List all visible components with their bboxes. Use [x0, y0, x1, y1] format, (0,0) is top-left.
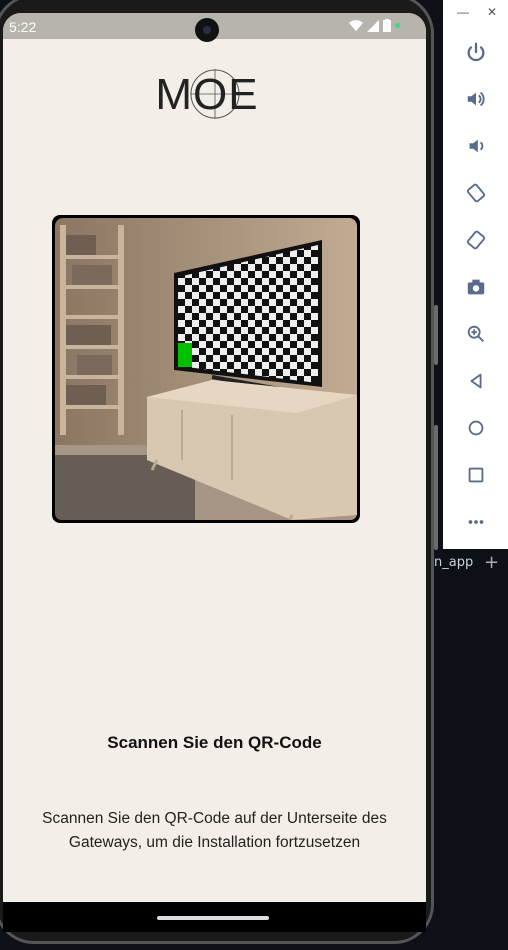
home-icon — [468, 420, 484, 436]
status-dot-icon — [395, 23, 400, 28]
zoom-icon — [467, 325, 484, 342]
more-button[interactable] — [456, 502, 496, 542]
front-camera — [195, 18, 219, 42]
tv-room-image — [52, 215, 360, 523]
wifi-icon — [349, 19, 363, 31]
volume-up-icon — [467, 91, 485, 107]
more-icon — [468, 520, 484, 524]
add-tab-icon[interactable]: + — [484, 552, 499, 573]
phone-frame: 5:22 MOE Scannen Sie den QR-Code Scannen… — [0, 0, 434, 944]
rotate-right-button[interactable] — [456, 220, 496, 260]
emulator-toolbar: — ✕ — [443, 0, 508, 549]
minimize-icon[interactable]: — — [457, 5, 469, 19]
overview-icon — [468, 467, 484, 483]
home-gesture-pill[interactable] — [157, 916, 269, 920]
logo-text: MOE — [155, 70, 259, 119]
rotate-left-icon — [466, 183, 486, 203]
moe-logo: MOE — [152, 67, 262, 123]
status-time: 5:22 — [9, 19, 37, 35]
signal-icon — [367, 19, 379, 32]
gateway-illustration — [52, 215, 360, 523]
rotate-left-button[interactable] — [456, 173, 496, 213]
terminal-tab-label[interactable]: n_app — [434, 555, 473, 570]
overview-button[interactable] — [456, 455, 496, 495]
page-title: Scannen Sie den QR-Code — [107, 733, 322, 752]
emulator-divider — [434, 425, 438, 550]
navigation-bar — [3, 902, 426, 932]
screenshot-button[interactable] — [456, 267, 496, 307]
home-button[interactable] — [456, 408, 496, 448]
page-description: Scannen Sie den QR-Code auf der Untersei… — [42, 810, 387, 851]
zoom-button[interactable] — [456, 314, 496, 354]
close-icon[interactable]: ✕ — [487, 5, 497, 19]
rotate-right-icon — [466, 230, 486, 250]
back-button[interactable] — [456, 361, 496, 401]
phone-screen: 5:22 MOE Scannen Sie den QR-Code Scannen… — [3, 13, 426, 908]
emulator-divider — [434, 305, 438, 365]
volume-up-button[interactable] — [456, 79, 496, 119]
emulator-window-controls: — ✕ — [443, 5, 508, 21]
volume-down-icon — [469, 139, 484, 153]
volume-down-button[interactable] — [456, 126, 496, 166]
power-icon — [467, 42, 485, 62]
battery-icon — [383, 19, 391, 32]
back-icon — [470, 373, 482, 389]
power-button[interactable] — [456, 32, 496, 72]
status-icons — [349, 19, 400, 32]
camera-icon — [467, 279, 485, 295]
